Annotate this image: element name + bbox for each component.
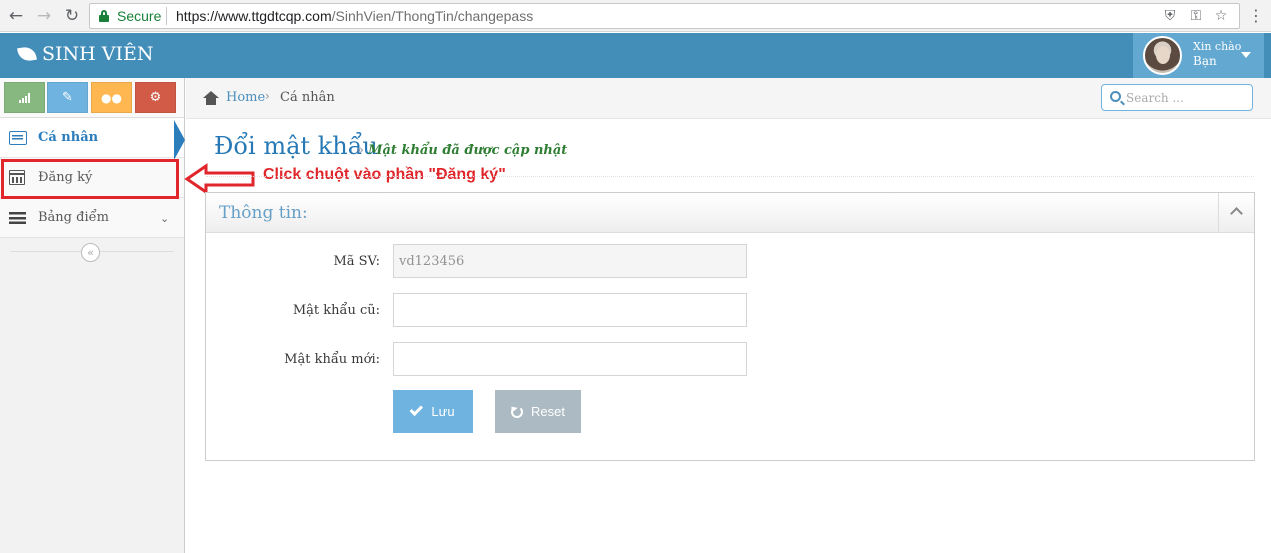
address-separator (166, 7, 167, 25)
annotation-arrow-icon (184, 163, 255, 195)
search-icon (1110, 91, 1121, 102)
reload-icon[interactable]: ↻ (62, 6, 82, 26)
list-icon (9, 210, 27, 226)
key-icon[interactable]: ⚿ (1187, 7, 1205, 25)
search-input[interactable] (1126, 89, 1246, 107)
save-button-label: Lưu (431, 404, 455, 419)
url-text[interactable]: https://www.ttgdtcqp.com/SinhVien/ThongT… (176, 8, 533, 24)
star-icon[interactable]: ☆ (1212, 7, 1230, 25)
browser-toolbar: ← → ↻ Secure https://www.ttgdtcqp.com/Si… (0, 0, 1271, 32)
chevron-up-icon (1230, 207, 1243, 220)
sidebar-item-label: Bảng điểm (38, 210, 109, 225)
user-name: Bạn (1193, 54, 1217, 68)
status-message: Mật khẩu đã được cập nhật (368, 143, 568, 158)
user-menu[interactable]: Xin chào Bạn (1133, 33, 1264, 78)
avatar (1143, 36, 1182, 75)
pencil-icon: ✎ (62, 90, 73, 105)
old-password-field[interactable] (393, 293, 747, 327)
users-icon: ●● (101, 90, 122, 105)
search-box[interactable] (1101, 84, 1253, 111)
widget-collapse-button[interactable] (1218, 193, 1254, 233)
sidebar-item-ca-nhan[interactable]: Cá nhân (0, 118, 184, 158)
new-password-field[interactable] (393, 342, 747, 376)
greeting-text: Xin chào (1193, 40, 1242, 53)
caret-down-icon (1241, 52, 1251, 58)
reset-button-label: Reset (531, 404, 565, 419)
profile-card-icon (9, 130, 27, 146)
check-icon (409, 402, 424, 417)
undo-icon (511, 405, 524, 418)
active-item-arrow (174, 120, 185, 160)
shield-icon[interactable]: ⛨ (1161, 7, 1179, 25)
breadcrumb-current: Cá nhân (280, 90, 335, 105)
signal-bars-icon (19, 92, 30, 103)
url-path: /SinhVien/ThongTin/changepass (331, 8, 534, 24)
lock-icon (99, 10, 109, 22)
address-bar[interactable]: Secure https://www.ttgdtcqp.com/SinhVien… (89, 3, 1240, 29)
new-password-label: Mật khẩu mới: (284, 352, 380, 367)
annotation-highlight-box (1, 159, 179, 199)
subtitle-prefix: » (356, 143, 364, 158)
breadcrumb: Home › Cá nhân (186, 78, 1271, 119)
page-subtitle: » Mật khẩu đã được cập nhật (356, 143, 567, 158)
sidebar-item-label: Cá nhân (38, 130, 99, 145)
widget-title: Thông tin: (219, 203, 308, 223)
widget-header: Thông tin: (206, 193, 1254, 233)
student-id-label: Mã SV: (333, 254, 380, 269)
chevron-right-icon: › (265, 89, 270, 103)
browser-menu-icon[interactable]: ⋮ (1248, 6, 1264, 26)
save-button[interactable]: Lưu (393, 390, 473, 433)
sidebar-item-bang-diem[interactable]: Bảng điểm ⌄ (0, 198, 184, 238)
chevron-down-icon: ⌄ (160, 212, 170, 225)
stats-shortcut-button[interactable] (4, 82, 45, 113)
brand[interactable]: SINH VIÊN (17, 43, 154, 65)
annotation-text: Click chuột vào phần "Đăng ký" (263, 166, 506, 183)
page-title: Đổi mật khẩu (214, 132, 378, 160)
old-password-label: Mật khẩu cũ: (292, 303, 380, 318)
forward-arrow-icon[interactable]: → (34, 6, 54, 26)
back-arrow-icon[interactable]: ← (6, 6, 26, 26)
users-shortcut-button[interactable]: ●● (91, 82, 132, 113)
reset-button[interactable]: Reset (495, 390, 581, 433)
settings-shortcut-button[interactable]: ⚙ (135, 82, 176, 113)
home-icon (203, 91, 219, 105)
edit-shortcut-button[interactable]: ✎ (47, 82, 88, 113)
user-greeting: Xin chào Bạn (1193, 40, 1241, 68)
sidebar: ✎ ●● ⚙ Cá nhân Đăng ký Bảng điểm ⌄ « (0, 78, 185, 553)
page-header-divider (206, 176, 1254, 177)
app-navbar: SINH VIÊN Xin chào Bạn (0, 33, 1271, 78)
leaf-icon (17, 45, 37, 63)
student-id-field[interactable] (393, 244, 747, 278)
secure-label: Secure (117, 8, 162, 24)
breadcrumb-home-link[interactable]: Home (226, 90, 265, 105)
double-chevron-left-icon[interactable]: « (81, 243, 100, 262)
brand-text: SINH VIÊN (42, 43, 154, 65)
sidebar-shortcuts: ✎ ●● ⚙ (0, 78, 184, 118)
sidebar-collapse-row: « (0, 238, 184, 266)
cogs-icon: ⚙ (149, 90, 162, 105)
url-host: https://www.ttgdtcqp.com (176, 8, 332, 24)
